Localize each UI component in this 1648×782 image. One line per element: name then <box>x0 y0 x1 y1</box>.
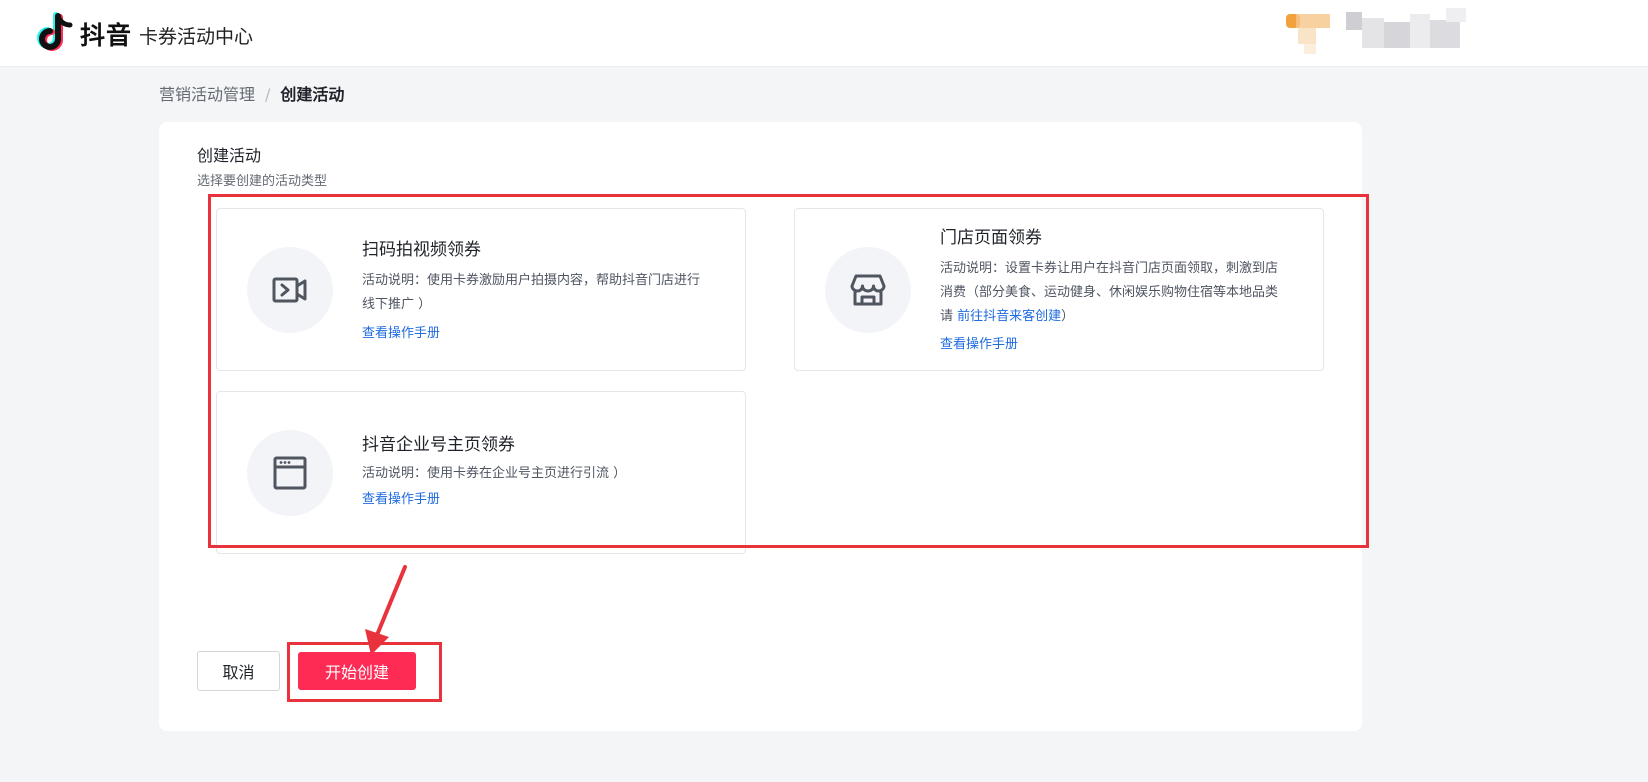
card-icon-wrap <box>247 430 333 516</box>
douyin-logo-icon <box>37 12 73 51</box>
annotation-arrow-icon <box>365 565 407 655</box>
card-description: 活动说明：使用卡券激励用户拍摄内容，帮助抖音门店进行线下推广 ） <box>362 273 701 312</box>
create-activity-panel: 创建活动 选择要创建的活动类型 扫码拍视频领券 活动说明：使用卡券激励用户拍摄内… <box>159 122 1369 731</box>
app-title: 卡券活动中心 <box>139 26 254 48</box>
card-icon-wrap <box>825 247 911 333</box>
browser-window-icon <box>273 456 307 490</box>
activity-type-card-enterprise-homepage[interactable]: 抖音企业号主页领券 活动说明：使用卡券在企业号主页进行引流 ） 查看操作手册 <box>216 391 746 554</box>
douyin-laike-link[interactable]: 前往抖音来客创建 <box>957 309 1061 324</box>
card-icon-wrap <box>247 247 333 333</box>
top-header: 抖音 卡券活动中心 <box>0 0 1648 66</box>
panel-title: 创建活动 <box>197 146 262 165</box>
activity-type-card-store-page[interactable]: 门店页面领券 活动说明：设置卡券让用户在抖音门店页面领取，刺激到店消费（部分美食… <box>794 208 1324 371</box>
start-create-button[interactable]: 开始创建 <box>298 652 416 690</box>
panel-subtitle: 选择要创建的活动类型 <box>197 174 328 189</box>
brand-name: 抖音 <box>80 21 133 50</box>
breadcrumb: 营销活动管理 / 创建活动 <box>159 81 344 105</box>
activity-type-card-scan-video[interactable]: 扫码拍视频领券 活动说明：使用卡券激励用户拍摄内容，帮助抖音门店进行线下推广 ）… <box>216 208 746 371</box>
card-description: 活动说明：设置卡券让用户在抖音门店页面领取，刺激到店消费（部分美食、运动健身、休… <box>940 257 1290 329</box>
card-name: 抖音企业号主页领券 <box>362 435 515 455</box>
breadcrumb-separator: / <box>265 85 271 104</box>
manual-link[interactable]: 查看操作手册 <box>940 333 1018 352</box>
video-icon <box>272 277 307 303</box>
breadcrumb-parent[interactable]: 营销活动管理 <box>159 85 255 104</box>
manual-link[interactable]: 查看操作手册 <box>362 322 440 341</box>
card-description-suffix: ） <box>1061 309 1075 324</box>
breadcrumb-current: 创建活动 <box>280 85 345 104</box>
store-icon <box>850 274 886 306</box>
manual-link[interactable]: 查看操作手册 <box>362 488 440 507</box>
card-name: 门店页面领券 <box>940 228 1042 248</box>
card-description: 活动说明：使用卡券在企业号主页进行引流 ） <box>362 466 627 481</box>
user-avatar-blurred[interactable] <box>1286 8 1478 56</box>
card-name: 扫码拍视频领券 <box>362 240 481 260</box>
cancel-button[interactable]: 取消 <box>197 651 280 691</box>
